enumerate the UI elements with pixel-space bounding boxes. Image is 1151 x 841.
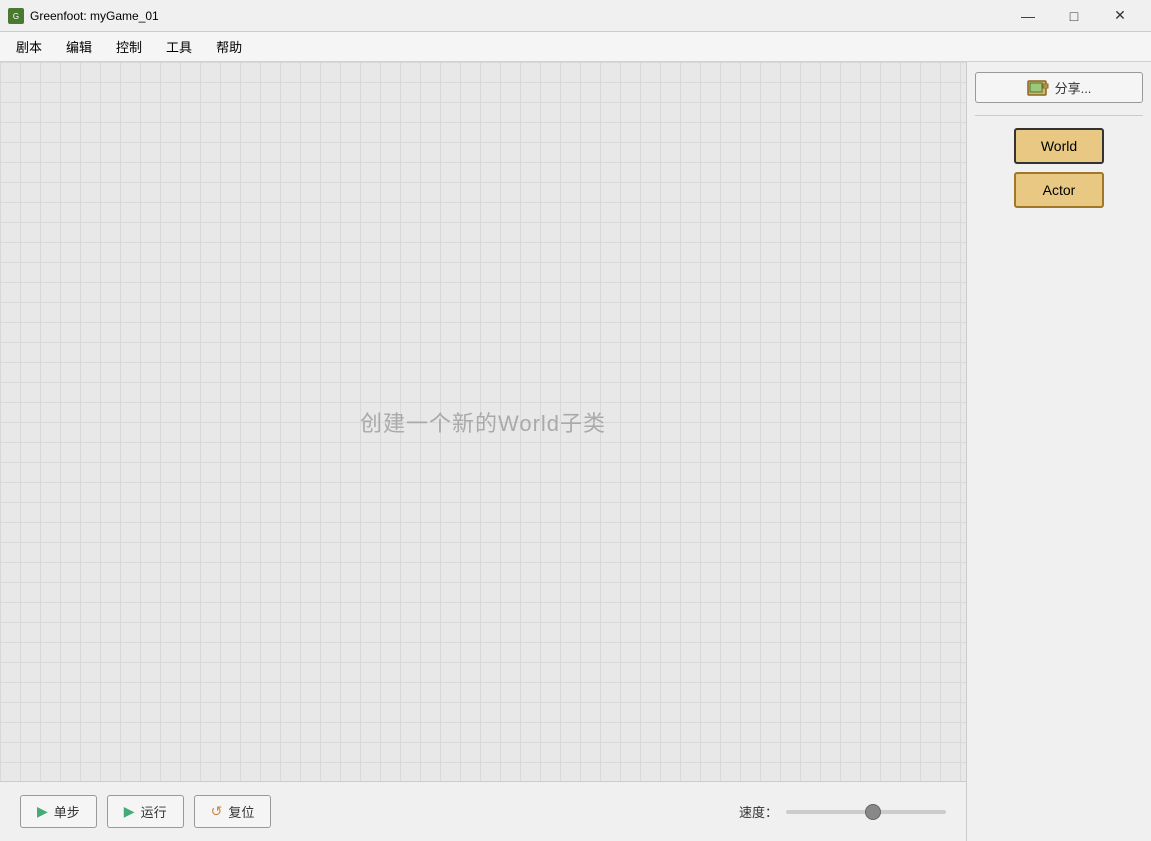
menu-item-help[interactable]: 帮助 [204, 33, 254, 60]
menu-bar: 剧本 编辑 控制 工具 帮助 [0, 32, 1151, 62]
minimize-button[interactable]: — [1005, 0, 1051, 32]
window-title: Greenfoot: myGame_01 [30, 9, 1005, 23]
close-button[interactable]: ✕ [1097, 0, 1143, 32]
share-icon [1027, 79, 1049, 97]
run-icon: ▶ [124, 803, 135, 820]
right-panel: 分享... World Actor [966, 62, 1151, 841]
menu-item-tools[interactable]: 工具 [154, 33, 204, 60]
canvas-area: 创建一个新的World子类 ▶ 单步 ▶ 运行 ↺ 复位 速度： [0, 62, 966, 841]
step-label: 单步 [54, 802, 80, 821]
run-label: 运行 [141, 802, 167, 821]
svg-text:G: G [13, 12, 19, 21]
reset-button[interactable]: ↺ 复位 [194, 795, 272, 828]
divider-top [975, 115, 1143, 116]
speed-section: 速度： [739, 802, 946, 821]
world-canvas: 创建一个新的World子类 [0, 62, 966, 781]
menu-item-edit[interactable]: 编辑 [54, 33, 104, 60]
world-button[interactable]: World [1014, 128, 1104, 164]
create-world-text: 创建一个新的World子类 [360, 406, 606, 438]
title-bar: G Greenfoot: myGame_01 — □ ✕ [0, 0, 1151, 32]
menu-item-control[interactable]: 控制 [104, 33, 154, 60]
speed-label: 速度： [739, 802, 778, 821]
app-icon: G [8, 8, 24, 24]
maximize-button[interactable]: □ [1051, 0, 1097, 32]
step-icon: ▶ [37, 803, 48, 820]
world-label: World [1041, 138, 1077, 154]
main-layout: 创建一个新的World子类 ▶ 单步 ▶ 运行 ↺ 复位 速度： [0, 62, 1151, 841]
share-button[interactable]: 分享... [975, 72, 1143, 103]
run-button[interactable]: ▶ 运行 [107, 795, 184, 828]
actor-label: Actor [1043, 182, 1076, 198]
reset-label: 复位 [228, 802, 254, 821]
speed-slider[interactable] [786, 810, 946, 814]
share-label: 分享... [1055, 78, 1092, 97]
reset-icon: ↺ [211, 803, 223, 820]
bottom-controls: ▶ 单步 ▶ 运行 ↺ 复位 速度： [0, 781, 966, 841]
menu-item-script[interactable]: 剧本 [4, 33, 54, 60]
step-button[interactable]: ▶ 单步 [20, 795, 97, 828]
actor-button[interactable]: Actor [1014, 172, 1104, 208]
window-controls: — □ ✕ [1005, 0, 1143, 32]
